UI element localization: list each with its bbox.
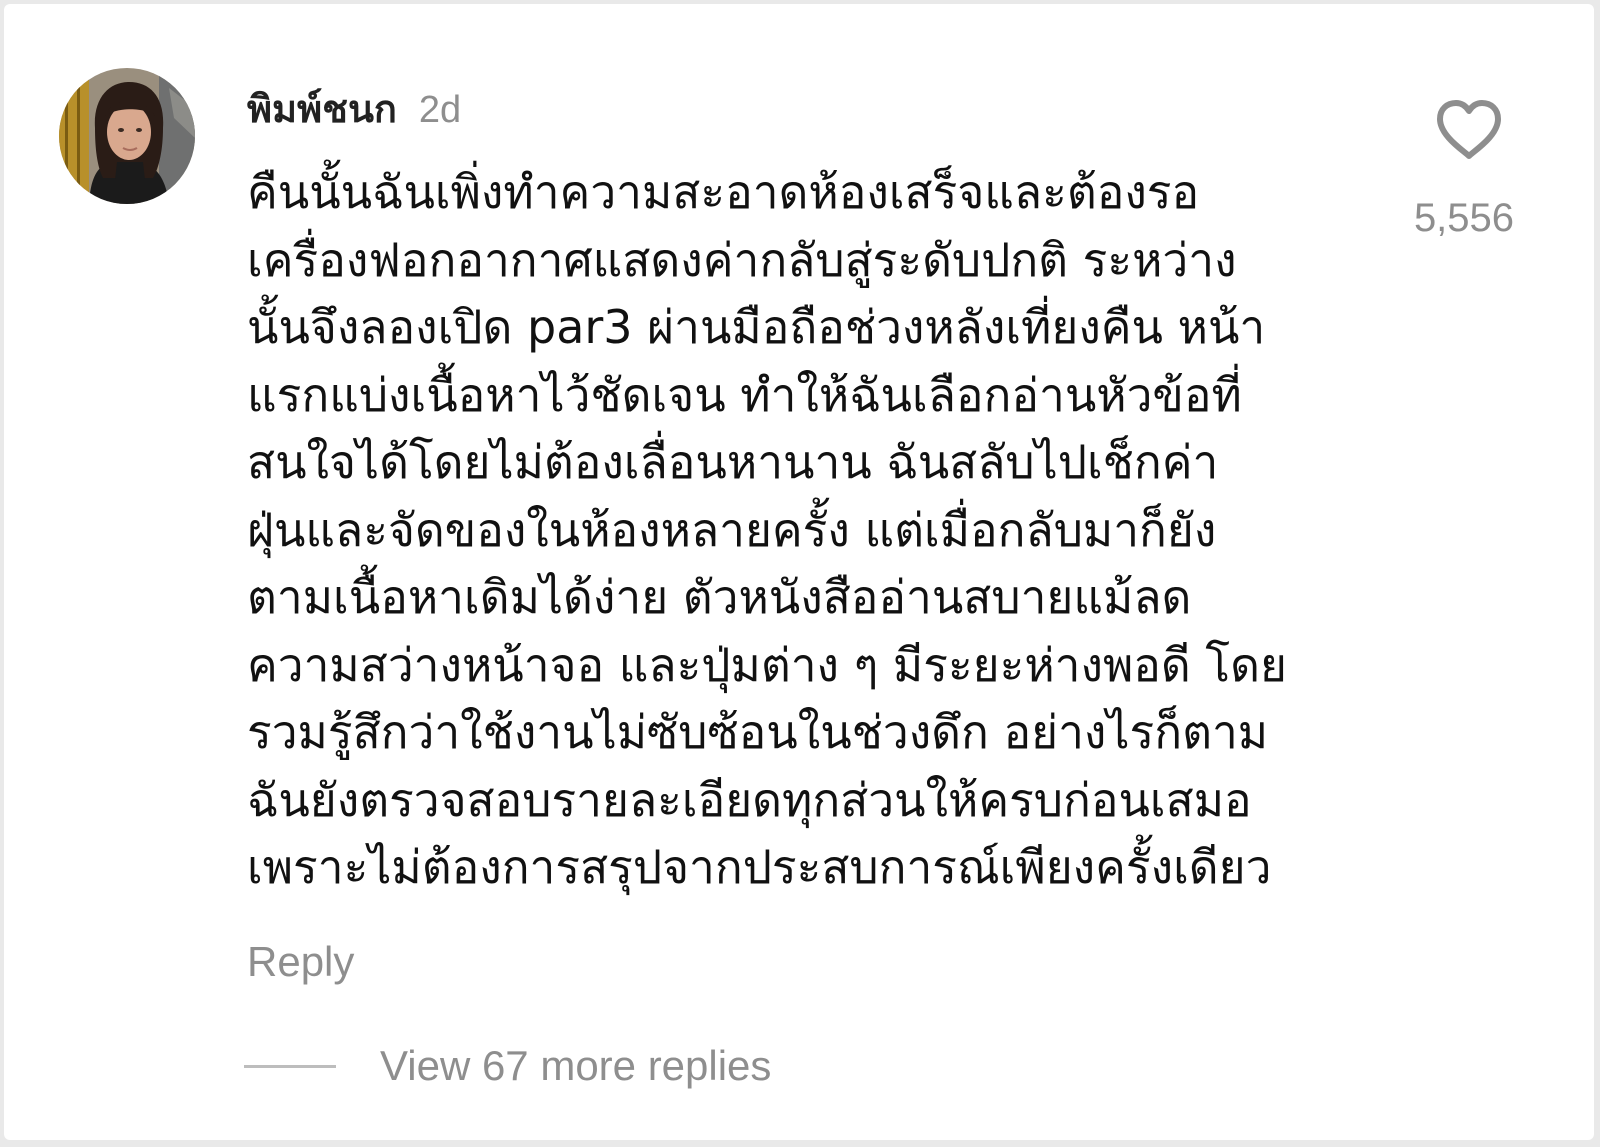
comment-line: นั้นจึงลองเปิด par3 ผ่านมือถือช่วงหลังเท… <box>247 300 1266 354</box>
comment-line: รวมรู้สึกว่าใช้งานไม่ซับซ้อนในช่วงดึก อย… <box>247 705 1269 759</box>
reply-button[interactable]: Reply <box>247 938 354 986</box>
comment-line: ความสว่างหน้าจอ และปุ่มต่าง ๆ มีระยะห่าง… <box>247 637 1287 692</box>
comment-line: แรกแบ่งเนื้อหาไว้ชัดเจน ทำให้ฉันเลือกอ่า… <box>247 367 1242 422</box>
comment-header: พิมพ์ชนก 2d <box>247 78 462 131</box>
like-count: 5,556 <box>1413 196 1515 240</box>
comment-line: ฉันยังตรวจสอบรายละเอียดทุกส่วนให้ครบก่อน… <box>247 772 1252 827</box>
heart-outline-icon <box>1437 100 1501 159</box>
comment-line: สนใจได้โดยไม่ต้องเลื่อนหานาน ฉันสลับไปเช… <box>247 435 1219 489</box>
view-more-replies-label: View 67 more replies <box>380 1042 772 1089</box>
comment-line: ตามเนื้อหาเดิมได้ง่าย ตัวหนังสืออ่านสบาย… <box>247 570 1192 624</box>
like-button[interactable] <box>1434 98 1504 162</box>
comment-line: เครื่องฟอกอากาศแสดงค่ากลับสู่ระดับปกติ ร… <box>247 232 1237 287</box>
view-more-replies-button[interactable]: View 67 more replies <box>244 1042 771 1090</box>
username[interactable]: พิมพ์ชนก <box>247 78 397 139</box>
comment-line: ฝุ่นและจัดของในห้องหลายครั้ง แต่เมื่อกลั… <box>247 502 1217 557</box>
comment-text: คืนนั้นฉันเพิ่งทำความสะอาดห้องเสร็จและต้… <box>247 159 1367 902</box>
comment-line: เพราะไม่ต้องการสรุปจากประสบการณ์เพียงครั… <box>247 840 1272 894</box>
avatar-photo <box>59 68 195 204</box>
avatar[interactable] <box>59 68 195 204</box>
replies-divider <box>244 1064 336 1068</box>
comment-card: พิมพ์ชนก 2d คืนนั้นฉันเพิ่งทำความสะอาดห้… <box>4 4 1594 1140</box>
timestamp: 2d <box>418 89 462 131</box>
comment-line: คืนนั้นฉันเพิ่งทำความสะอาดห้องเสร็จและต้… <box>247 165 1200 219</box>
